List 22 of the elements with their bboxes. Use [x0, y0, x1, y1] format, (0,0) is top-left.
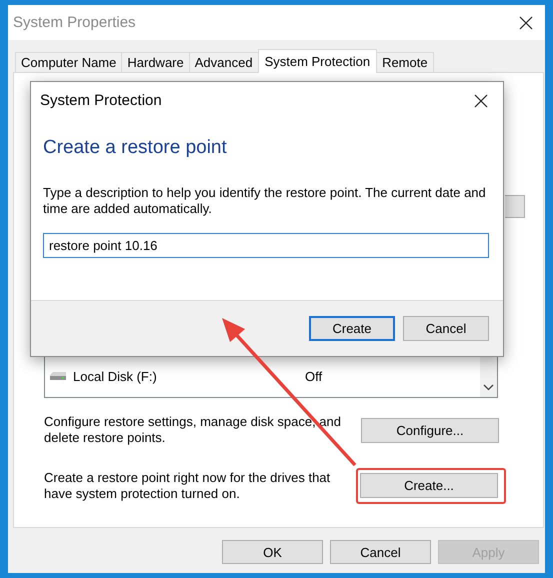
create-button[interactable]: Create...	[360, 473, 498, 498]
dialog-button[interactable]: Create	[309, 316, 395, 341]
tab[interactable]: Computer Name	[15, 52, 122, 72]
dialog-button[interactable]: OK	[222, 540, 323, 564]
protection-status: Off	[305, 368, 322, 384]
dialog-heading: Create a restore point	[43, 137, 228, 159]
configure-button[interactable]: Configure...	[361, 418, 499, 442]
dialog-button[interactable]: Cancel	[330, 540, 431, 564]
close-icon[interactable]	[474, 94, 488, 108]
window-title: System Properties	[13, 14, 136, 31]
drive-name: Local Disk (F:)	[73, 368, 158, 384]
description-text: Type a description to help you identify the restore point. The current date and time are added automatically.	[43, 185, 487, 217]
tab[interactable]: Remote	[376, 52, 434, 72]
description-field[interactable]: restore point 10.16	[43, 233, 489, 258]
configure-text: Configure restore settings, manage disk space, and delete restore points.	[44, 414, 342, 446]
chevron-down-icon[interactable]	[483, 384, 494, 391]
close-icon[interactable]	[519, 16, 533, 30]
create-text: Create a restore point right now for the drives that have system protection turned on.	[44, 470, 332, 502]
tab[interactable]: System Protection	[258, 49, 378, 73]
dialog-title: System Protection	[40, 92, 162, 109]
drive-icon	[49, 371, 67, 381]
dialog-button[interactable]: Cancel	[403, 316, 489, 341]
